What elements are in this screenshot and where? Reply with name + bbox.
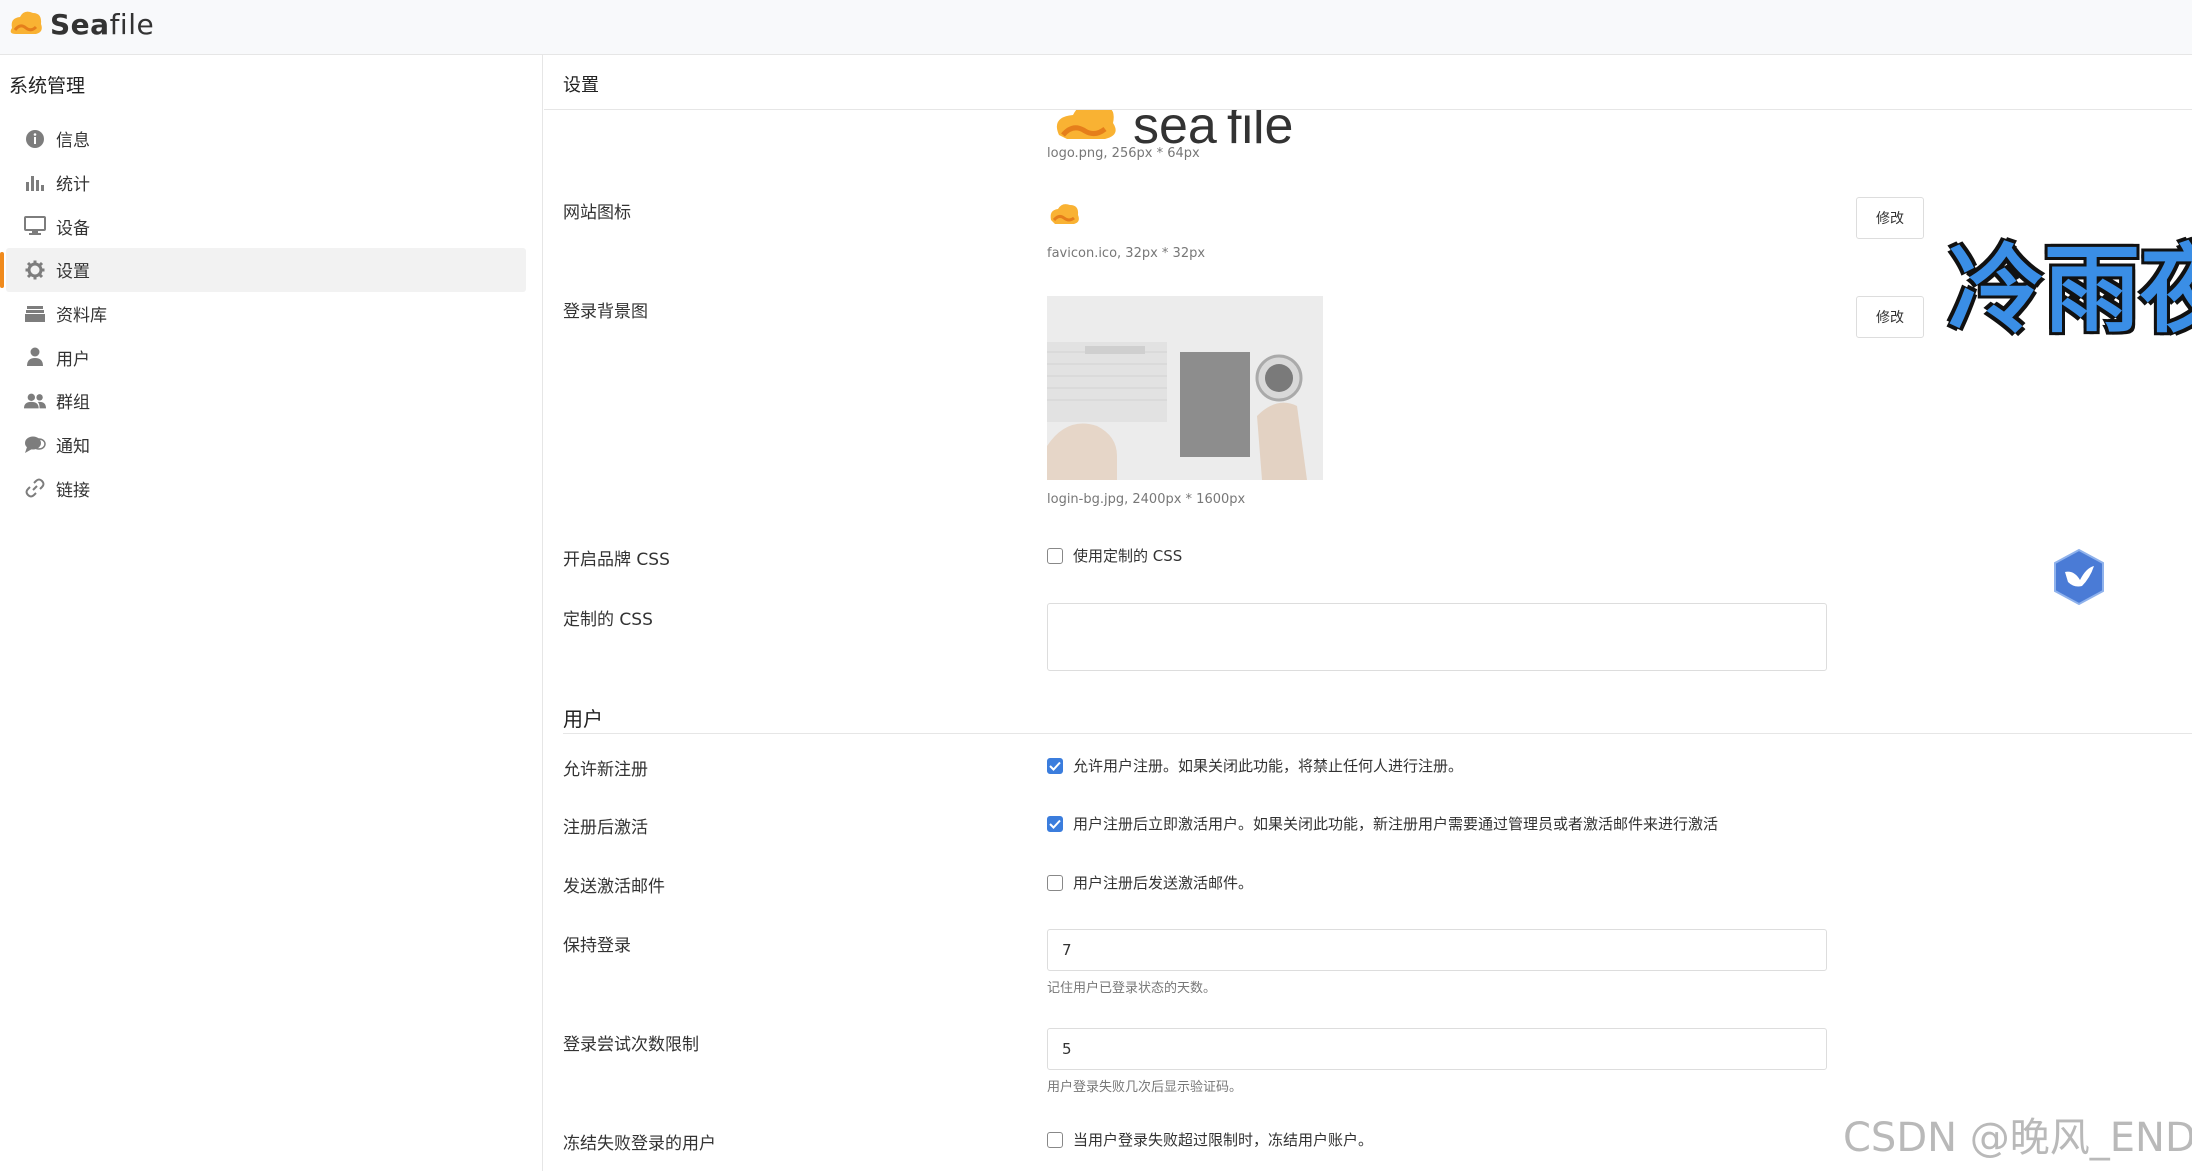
sidebar: 系统管理 信息 统计 设备 设置 资料库 用户 群组 通知 链接 xyxy=(0,55,543,1171)
sidebar-item-label: 统计 xyxy=(56,175,90,196)
sidebar-item-label: 通知 xyxy=(56,437,90,458)
logo-hint: logo.png, 256px * 64px xyxy=(1047,146,1200,161)
page-title: 设置 xyxy=(563,75,599,96)
sidebar-item-label: 信息 xyxy=(56,131,90,152)
sidebar-title: 系统管理 xyxy=(9,75,86,97)
sidebar-item-info[interactable]: 信息 xyxy=(6,117,526,161)
sidebar-item-label: 资料库 xyxy=(56,306,107,327)
brand-css-label: 开启品牌 CSS xyxy=(563,550,670,570)
favicon-preview xyxy=(1047,200,1083,232)
activate-after-register-checkbox-label: 用户注册后立即激活用户。如果关闭此功能，新注册用户需要通过管理员或者激活邮件来进… xyxy=(1073,815,1719,833)
activate-after-register-checkbox[interactable] xyxy=(1047,815,1063,832)
send-activation-email-checkbox[interactable] xyxy=(1047,874,1063,891)
send-activation-email-option[interactable]: 用户注册后发送激活邮件。 xyxy=(1047,872,1253,893)
sidebar-item-settings[interactable]: 设置 xyxy=(0,248,526,292)
watermark-text: CSDN @晚风_END xyxy=(1843,1115,2192,1161)
main-content: 设置 sea file logo.png, 256px * 64px 网站图标 … xyxy=(544,55,2192,1171)
keep-login-hint: 记住用户已登录状态的天数。 xyxy=(1047,981,1217,996)
login-bg-edit-button[interactable]: 修改 xyxy=(1856,296,1924,338)
section-divider xyxy=(563,733,2192,734)
bar-chart-icon xyxy=(24,172,46,194)
favicon-edit-button[interactable]: 修改 xyxy=(1856,197,1924,239)
keep-login-label: 保持登录 xyxy=(563,936,631,956)
check-icon xyxy=(1049,819,1061,829)
link-icon xyxy=(24,477,46,499)
sidebar-item-libraries[interactable]: 资料库 xyxy=(6,292,526,336)
freeze-failed-user-label: 冻结失败登录的用户 xyxy=(563,1134,716,1154)
sidebar-item-devices[interactable]: 设备 xyxy=(6,204,526,248)
sidebar-item-label: 用户 xyxy=(56,349,90,370)
favicon-image xyxy=(1050,204,1079,224)
brand-css-option[interactable]: 使用定制的 CSS xyxy=(1047,545,1182,566)
chat-icon xyxy=(24,434,46,456)
info-icon xyxy=(24,128,46,150)
send-activation-email-checkbox-label: 用户注册后发送激活邮件。 xyxy=(1073,874,1254,892)
send-activation-email-label: 发送激活邮件 xyxy=(563,877,665,897)
sidebar-item-label: 设备 xyxy=(56,218,90,239)
login-attempt-limit-label: 登录尝试次数限制 xyxy=(563,1035,699,1055)
top-bar: Seafile xyxy=(0,0,2192,55)
allow-register-checkbox[interactable] xyxy=(1047,757,1063,774)
custom-css-label: 定制的 CSS xyxy=(563,610,653,630)
sidebar-item-label: 设置 xyxy=(56,262,90,283)
sidebar-item-links[interactable]: 链接 xyxy=(6,467,526,511)
freeze-failed-user-checkbox[interactable] xyxy=(1047,1131,1063,1148)
main-header: 设置 xyxy=(544,55,2192,110)
sidebar-item-groups[interactable]: 群组 xyxy=(6,379,526,423)
allow-register-label: 允许新注册 xyxy=(563,760,648,780)
login-bg-preview xyxy=(1047,296,1323,484)
sidebar-item-label: 群组 xyxy=(56,393,90,414)
monitor-icon xyxy=(24,215,46,237)
seafile-logo-icon xyxy=(10,11,42,34)
login-bg-label: 登录背景图 xyxy=(563,302,648,322)
sidebar-item-stats[interactable]: 统计 xyxy=(6,161,526,205)
library-icon xyxy=(24,303,46,325)
group-icon xyxy=(24,390,46,412)
brand-css-checkbox[interactable] xyxy=(1047,547,1063,564)
overlay-stylized-text: 冷雨夜 xyxy=(1948,233,2192,346)
activate-after-register-option[interactable]: 用户注册后立即激活用户。如果关闭此功能，新注册用户需要通过管理员或者激活邮件来进… xyxy=(1047,813,1718,834)
freeze-failed-user-option[interactable]: 当用户登录失败超过限制时，冻结用户账户。 xyxy=(1047,1129,1373,1150)
favicon-hint: favicon.ico, 32px * 32px xyxy=(1047,246,1206,261)
custom-css-textarea[interactable] xyxy=(1047,603,1827,671)
brand-name: Seafile xyxy=(50,7,155,41)
keep-login-input[interactable]: 7 xyxy=(1047,929,1827,971)
allow-register-checkbox-label: 允许用户注册。如果关闭此功能，将禁止任何人进行注册。 xyxy=(1073,757,1464,775)
login-bg-hint: login-bg.jpg, 2400px * 1600px xyxy=(1047,492,1246,507)
login-attempt-limit-hint: 用户登录失败几次后显示验证码。 xyxy=(1047,1080,1243,1095)
check-icon xyxy=(1049,761,1061,771)
sidebar-nav: 信息 统计 设备 设置 资料库 用户 群组 通知 链接 xyxy=(0,117,543,510)
login-bg-image xyxy=(1047,296,1323,480)
freeze-failed-user-checkbox-label: 当用户登录失败超过限制时，冻结用户账户。 xyxy=(1073,1131,1374,1149)
favicon-label: 网站图标 xyxy=(563,203,631,223)
brand-css-checkbox-label: 使用定制的 CSS xyxy=(1073,547,1183,565)
users-section-title: 用户 xyxy=(563,707,603,731)
brand-logo[interactable]: Seafile xyxy=(6,6,154,42)
allow-register-option[interactable]: 允许用户注册。如果关闭此功能，将禁止任何人进行注册。 xyxy=(1047,755,1463,776)
floating-bird-icon[interactable] xyxy=(2052,548,2106,610)
activate-after-register-label: 注册后激活 xyxy=(563,818,648,838)
sidebar-item-notifications[interactable]: 通知 xyxy=(6,423,526,467)
user-icon xyxy=(24,346,46,368)
login-attempt-limit-input[interactable]: 5 xyxy=(1047,1028,1827,1070)
gear-icon xyxy=(24,259,46,281)
sidebar-item-users[interactable]: 用户 xyxy=(6,335,526,379)
sidebar-item-label: 链接 xyxy=(56,480,90,501)
